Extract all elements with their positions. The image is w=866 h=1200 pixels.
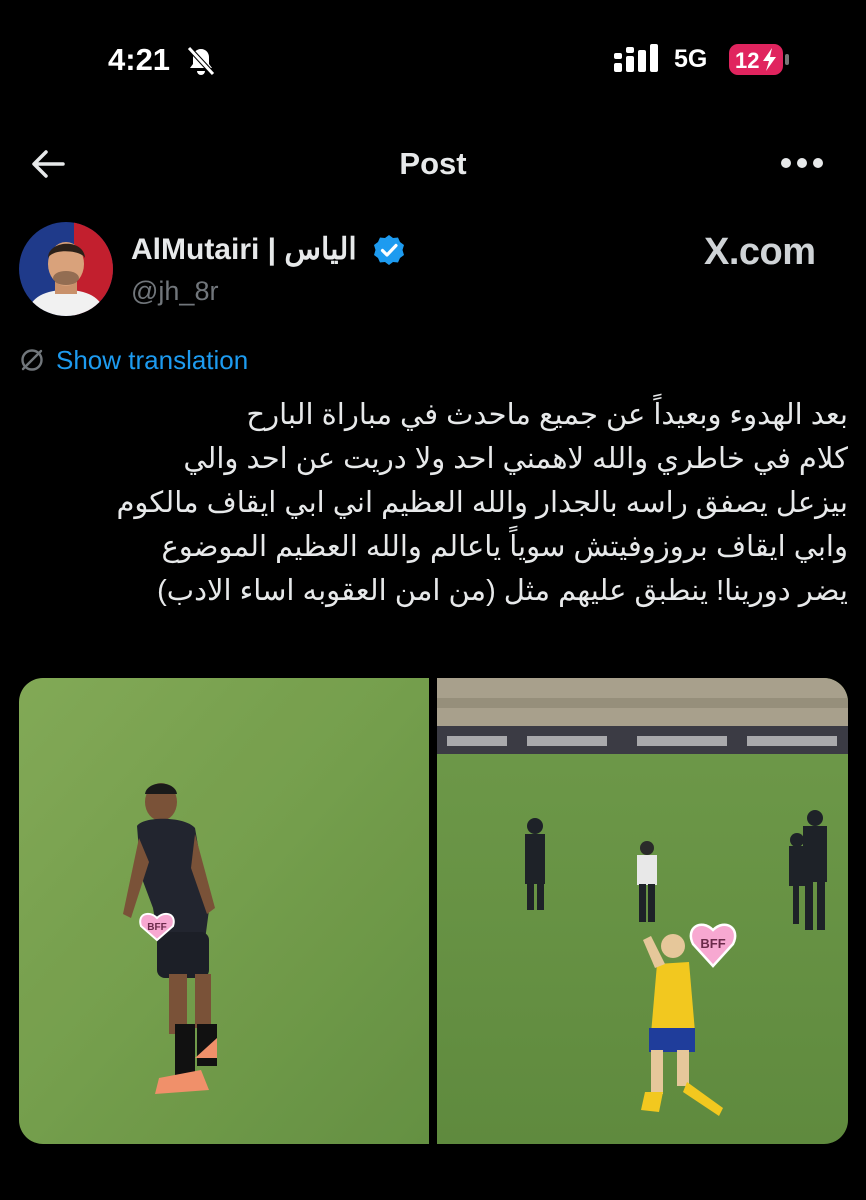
post-text-line: يضر دورينا! ينطبق عليهم مثل (من امن العق… xyxy=(157,575,848,607)
media-image-right[interactable]: BFF xyxy=(437,678,848,1144)
more-icon[interactable] xyxy=(780,156,824,170)
translate-icon xyxy=(21,349,43,371)
xcom-watermark: X.com xyxy=(704,231,816,273)
verified-badge-icon xyxy=(374,235,404,265)
post-text: بعد الهدوء وبعيداً عن جميع ماحدث في مبار… xyxy=(18,393,848,613)
post-text-line: وابي ايقاف بروزوفيتش سوياً ياعالم والله … xyxy=(161,531,848,563)
signal-icon xyxy=(614,44,658,72)
status-time: 4:21 xyxy=(108,42,171,77)
author-name[interactable]: AlMutairi | الياس xyxy=(131,232,357,267)
post-text-line: بيزعل يصفق راسه بالجدار والله العظيم اني… xyxy=(116,487,848,519)
post-text-line: كلام في خاطري والله لاهمني احد ولا دريت … xyxy=(183,443,848,475)
author-handle[interactable]: @jh_8r xyxy=(131,276,218,307)
sticker-label: BFF xyxy=(147,922,166,933)
page-title: Post xyxy=(399,146,467,181)
network-type: 5G xyxy=(674,45,708,73)
show-translation-link[interactable]: Show translation xyxy=(56,345,248,376)
svg-text:12: 12 xyxy=(735,48,759,73)
post-text-line: بعد الهدوء وبعيداً عن جميع ماحدث في مبار… xyxy=(246,399,848,431)
battery-charging-icon: 12 xyxy=(729,44,789,75)
sticker-label: BFF xyxy=(700,936,725,951)
bell-slash-icon xyxy=(187,46,215,76)
media-image-left[interactable]: BFF xyxy=(19,678,429,1144)
avatar[interactable] xyxy=(19,222,113,316)
